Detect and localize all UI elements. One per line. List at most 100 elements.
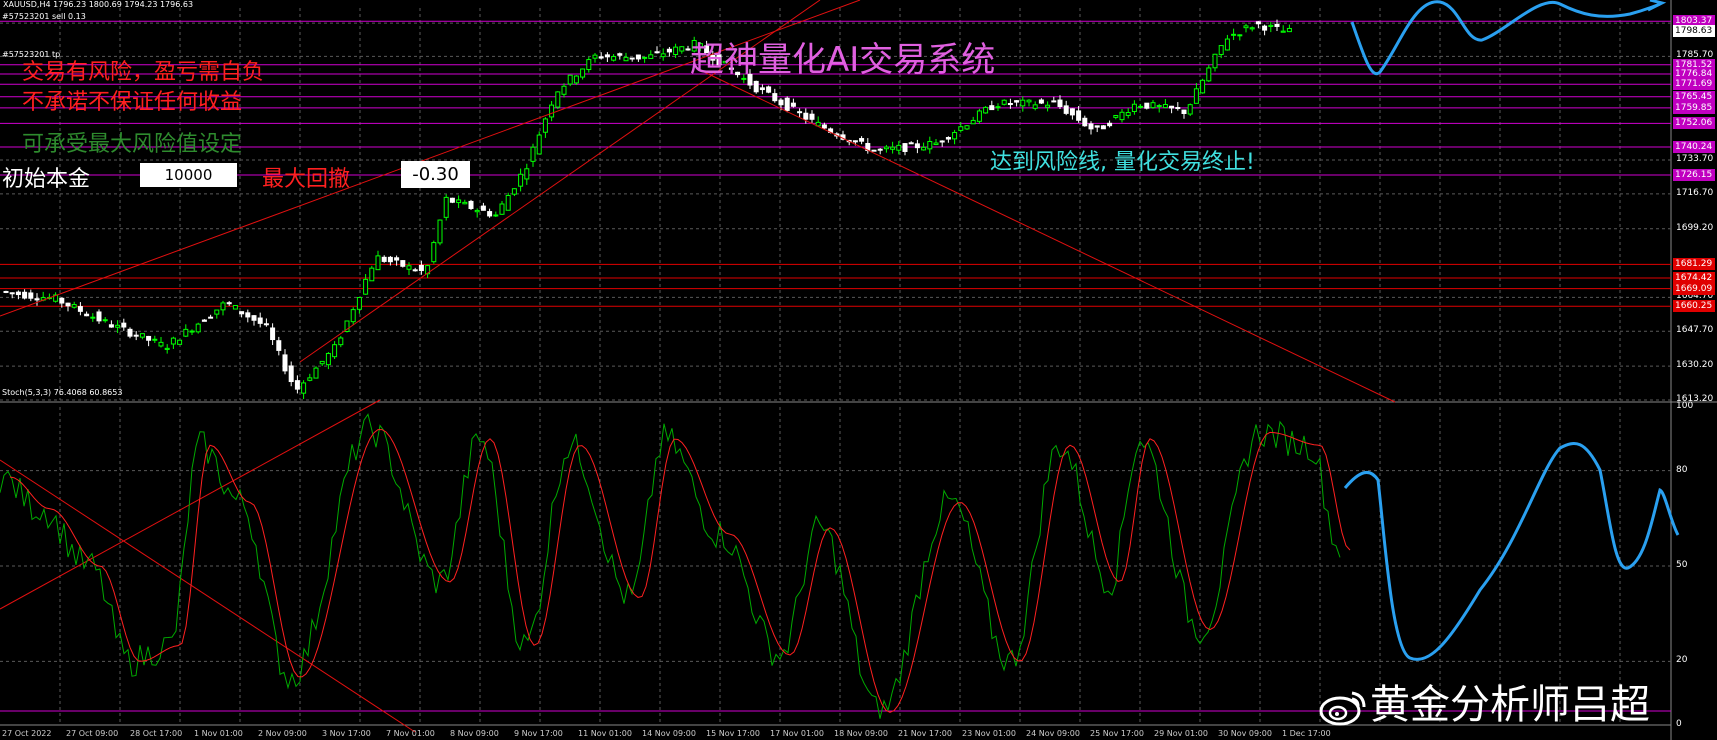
candle-body [1262, 25, 1268, 31]
candle-body [766, 86, 772, 93]
date-axis-label: 11 Nov 01:00 [578, 729, 632, 738]
date-axis-label: 9 Nov 17:00 [514, 729, 563, 738]
candle-body [96, 311, 102, 322]
candle-body [921, 146, 927, 151]
candle-body [133, 334, 139, 337]
candle-body [394, 257, 400, 261]
date-axis-label: 24 Nov 09:00 [1026, 729, 1080, 738]
candle-body [152, 338, 158, 341]
date-axis-label: 1 Nov 01:00 [194, 729, 243, 738]
candle-body [1051, 100, 1057, 103]
candle-body [927, 140, 933, 150]
candle-body [431, 242, 437, 263]
candle-body [623, 56, 629, 62]
candle-body [635, 54, 641, 60]
candle-body [648, 54, 654, 59]
candle-body [1045, 104, 1051, 108]
candle-body [1094, 125, 1100, 128]
candle-body [456, 199, 462, 204]
candle-body [102, 319, 108, 322]
candle-body [542, 118, 548, 133]
candle-body [654, 51, 660, 54]
candle-body [1057, 99, 1063, 107]
trading-chart[interactable] [0, 0, 1717, 740]
candle-body [611, 56, 617, 61]
candle-body [1206, 67, 1212, 82]
price-axis-label: 1699.20 [1676, 222, 1714, 233]
candle-body [294, 380, 300, 390]
candle-body [418, 264, 424, 272]
candle-body [1187, 104, 1193, 115]
candle-body [9, 292, 15, 295]
candle-body [642, 56, 648, 59]
candle-body [1100, 125, 1106, 130]
candle-body [493, 214, 499, 217]
stoch-trendline-up [0, 399, 381, 610]
candle-body [1175, 107, 1181, 110]
candle-body [301, 382, 307, 394]
price-tag: 1681.29 [1673, 258, 1715, 271]
stoch-axis-label: 50 [1676, 560, 1688, 570]
candle-body [524, 168, 530, 180]
candle-body [1162, 104, 1168, 109]
candle-body [598, 56, 604, 59]
candle-body [1038, 99, 1044, 104]
candle-body [220, 302, 226, 311]
candle-body [580, 68, 586, 78]
candle-body [1119, 111, 1125, 121]
candle-body [1150, 102, 1156, 109]
candle-body [170, 337, 176, 345]
capital-input[interactable]: 10000 [140, 163, 237, 187]
candle-body [896, 144, 902, 151]
candle-body [1255, 21, 1261, 25]
price-axis-label: 1733.70 [1676, 153, 1714, 164]
weibo-icon [1318, 687, 1370, 727]
stoch-axis-label: 80 [1676, 464, 1688, 475]
candle-body [1169, 105, 1175, 109]
candle-body [195, 323, 201, 333]
candle-body [480, 205, 486, 211]
date-axis-label: 27 Oct 09:00 [66, 729, 119, 738]
date-axis-label: 25 Nov 17:00 [1090, 729, 1144, 738]
candle-body [1156, 105, 1162, 108]
drawdown-input[interactable]: -0.30 [401, 161, 470, 188]
price-tag: 1660.25 [1673, 300, 1715, 313]
candle-body [976, 110, 982, 122]
candle-body [1286, 27, 1292, 33]
candle-body [449, 197, 455, 203]
candle-body [139, 333, 145, 338]
candle-body [784, 97, 790, 111]
candle-body [474, 209, 480, 213]
candle-body [276, 340, 282, 351]
candle-body [214, 309, 220, 315]
watermark-title: 超神量化AI交易系统 [690, 40, 996, 80]
candle-body [1200, 79, 1206, 94]
candle-body [1007, 103, 1013, 106]
candle-body [803, 112, 809, 120]
candle-body [555, 91, 561, 108]
candle-body [1063, 105, 1069, 114]
price-tag: 1726.15 [1673, 169, 1715, 182]
candle-body [356, 296, 362, 310]
date-axis-label: 18 Nov 09:00 [834, 729, 888, 738]
candle-body [883, 146, 889, 150]
candle-body [778, 99, 784, 106]
candle-body [1082, 117, 1088, 127]
candle-body [908, 142, 914, 145]
candle-body [462, 201, 468, 205]
candle-body [313, 367, 319, 379]
candle-body [890, 146, 896, 150]
candle-body [1181, 109, 1187, 114]
candle-body [983, 106, 989, 114]
price-tag: 1669.09 [1673, 282, 1715, 295]
candle-body [759, 87, 765, 91]
price-tag: 1759.85 [1673, 101, 1715, 114]
candle-body [1218, 45, 1224, 55]
candle-body [964, 125, 970, 130]
date-axis-label: 23 Nov 01:00 [962, 729, 1016, 738]
candle-body [945, 137, 951, 140]
candle-body [1032, 104, 1038, 109]
candle-body [1125, 112, 1131, 116]
date-axis-label: 3 Nov 17:00 [322, 729, 371, 738]
candle-body [158, 341, 164, 347]
